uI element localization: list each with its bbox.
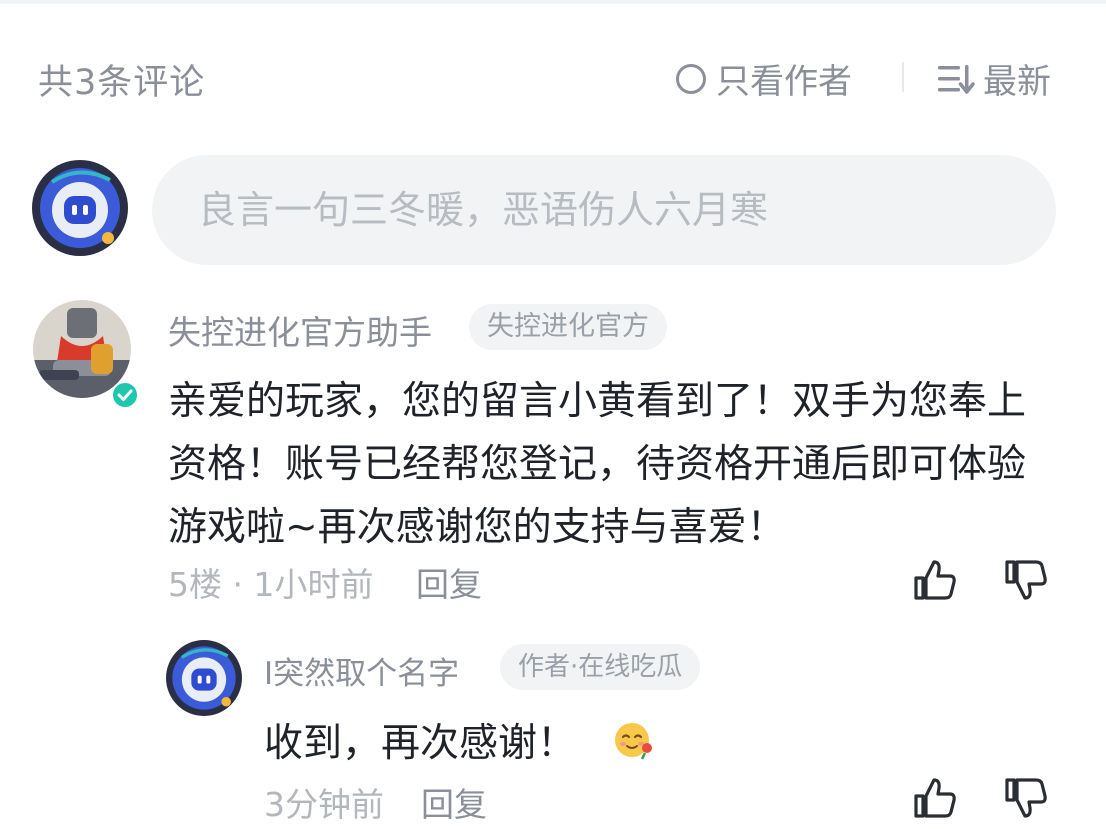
thumbs-up-icon[interactable] [912, 558, 958, 602]
comment-count: 共3条评论 [38, 63, 206, 103]
dislike-button[interactable] [1003, 558, 1049, 606]
radio-circle-icon[interactable] [676, 63, 706, 94]
only-author-toggle[interactable]: 只看作者 [676, 54, 852, 103]
author-tag: 失控进化官方 [469, 304, 667, 350]
header-separator [902, 62, 904, 92]
only-author-label[interactable]: 只看作者 [716, 54, 852, 103]
avatar[interactable] [32, 160, 128, 256]
like-button[interactable] [912, 558, 958, 606]
flower-emoji-icon [612, 718, 656, 762]
thumbs-up-icon[interactable] [912, 776, 958, 820]
author-tag: 作者·在线吃瓜 [500, 644, 701, 690]
dislike-button[interactable] [1003, 776, 1049, 824]
thumbs-down-icon[interactable] [1003, 558, 1049, 602]
reply-text: 收到，再次感谢！ [264, 721, 577, 766]
robot-avatar-icon [32, 160, 128, 256]
robot-avatar-icon [166, 640, 242, 716]
comment-text: 亲爱的玩家，您的留言小黄看到了！双手为您奉上资格！账号已经帮您登记，待资格开通后… [168, 379, 1027, 550]
sort-button[interactable]: 最新 [937, 54, 1051, 103]
comment-author[interactable]: 失控进化官方助手 [168, 306, 432, 354]
thumbs-down-icon[interactable] [1003, 776, 1049, 820]
top-divider [0, 0, 1106, 4]
like-button[interactable] [912, 776, 958, 824]
comment-input[interactable] [152, 155, 1056, 265]
reply-author[interactable]: I突然取个名字 [264, 648, 459, 693]
sort-list-icon[interactable] [937, 62, 975, 96]
reply-button[interactable]: 回复 [416, 558, 482, 606]
reply-meta: 3分钟前 [264, 785, 384, 824]
avatar[interactable] [166, 640, 242, 716]
verified-badge-icon [110, 380, 140, 410]
reply-button[interactable]: 回复 [421, 778, 487, 826]
comment-meta: 5楼 · 1小时前 [168, 565, 374, 604]
sort-label[interactable]: 最新 [983, 54, 1051, 103]
